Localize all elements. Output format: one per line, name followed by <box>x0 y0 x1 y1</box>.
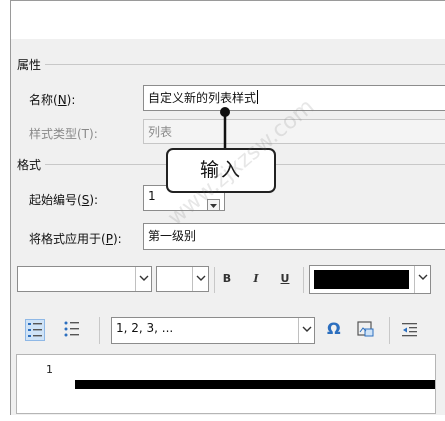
picture-icon <box>357 321 374 337</box>
chevron-down-icon <box>139 275 149 281</box>
underline-button[interactable]: U <box>277 272 293 285</box>
properties-section-title: 属性 <box>17 58 42 72</box>
number-style-dropdown-button[interactable] <box>298 318 314 343</box>
insert-symbol-button[interactable]: Ω <box>327 319 341 338</box>
start-number-label: 起始编号(S): <box>29 193 99 207</box>
toolbar-divider <box>214 267 215 293</box>
font-name-dropdown-button[interactable] <box>135 267 151 291</box>
start-number-value: 1 <box>148 189 156 203</box>
format-section-title: 格式 <box>17 158 42 172</box>
number-style-select[interactable]: 1, 2, 3, ... <box>111 317 315 344</box>
define-list-style-dialog: 属性 名称(N): 自定义新的列表样式 样式类型(T): 列表 格式 起始编号(… <box>10 0 445 415</box>
name-input-value: 自定义新的列表样式 <box>148 90 259 105</box>
chevron-down-icon <box>302 326 312 332</box>
chevron-down-icon <box>196 275 206 281</box>
name-label: 名称(N): <box>29 93 76 107</box>
bold-button[interactable]: B <box>219 272 235 285</box>
apply-to-select[interactable]: 第一级别 <box>143 223 445 250</box>
apply-to-label: 将格式应用于(P): <box>29 232 122 246</box>
callout-pointer <box>220 107 230 150</box>
bulleted-list-icon <box>64 321 79 337</box>
decrease-indent-button[interactable] <box>401 321 421 341</box>
apply-to-value: 第一级别 <box>148 229 197 243</box>
font-color-select[interactable] <box>309 265 431 294</box>
decrease-indent-icon <box>402 323 417 337</box>
dialog-title-area <box>11 1 445 39</box>
bullets-button[interactable] <box>63 319 83 341</box>
font-name-select[interactable] <box>17 266 152 292</box>
numbering-button[interactable] <box>25 319 45 341</box>
number-style-value: 1, 2, 3, ... <box>116 321 174 335</box>
italic-button[interactable]: I <box>248 272 264 285</box>
style-type-value: 列表 <box>148 125 173 139</box>
font-color-swatch <box>314 270 409 289</box>
font-size-select[interactable] <box>156 266 209 292</box>
preview-text-bar <box>75 380 435 389</box>
text-cursor <box>257 90 259 104</box>
numbered-list-icon <box>28 323 42 337</box>
style-type-label: 样式类型(T): <box>29 127 98 141</box>
insert-picture-button[interactable] <box>357 319 377 341</box>
toolbar-divider <box>389 317 390 344</box>
font-color-dropdown-button[interactable] <box>414 266 430 293</box>
preview-number: 1 <box>46 363 53 376</box>
toolbar-divider <box>303 267 304 293</box>
list-preview-box: 1 <box>16 354 436 414</box>
font-size-dropdown-button[interactable] <box>192 267 208 291</box>
chevron-down-icon <box>418 274 428 280</box>
toolbar-divider <box>99 317 100 344</box>
properties-separator <box>45 64 445 65</box>
